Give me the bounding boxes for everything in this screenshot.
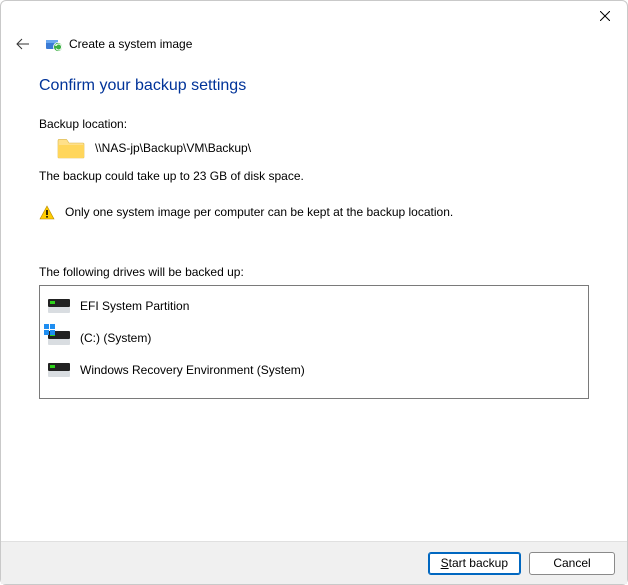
mnemonic-s: S	[441, 556, 449, 570]
drive-name: (C:) (System)	[80, 331, 151, 345]
drive-icon	[48, 362, 70, 378]
drive-row: Windows Recovery Environment (System)	[40, 354, 588, 386]
drive-row: EFI System Partition	[40, 290, 588, 322]
folder-icon	[57, 137, 85, 159]
windows-badge-icon	[44, 324, 56, 336]
content-area: Confirm your backup settings Backup loca…	[1, 77, 627, 541]
cancel-button[interactable]: Cancel	[529, 552, 615, 575]
back-arrow-icon	[15, 36, 31, 52]
wizard-window: Create a system image Confirm your backu…	[0, 0, 628, 585]
backup-location-path: \\NAS-jp\Backup\VM\Backup\	[95, 141, 251, 155]
drive-icon	[48, 298, 70, 314]
backup-size-text: The backup could take up to 23 GB of dis…	[39, 169, 589, 183]
backup-location-row: \\NAS-jp\Backup\VM\Backup\	[57, 137, 589, 159]
wizard-icon	[45, 35, 63, 53]
drives-label: The following drives will be backed up:	[39, 265, 589, 279]
drive-row: (C:) (System)	[40, 322, 588, 354]
header-row: Create a system image	[1, 31, 627, 57]
close-button[interactable]	[583, 1, 627, 31]
drive-name: EFI System Partition	[80, 299, 189, 313]
footer: Start backup Cancel	[1, 541, 627, 584]
drives-list: EFI System Partition (C:) (System)	[39, 285, 589, 399]
warning-icon	[39, 205, 55, 221]
back-button[interactable]	[11, 32, 35, 56]
page-heading: Confirm your backup settings	[39, 77, 589, 95]
warning-row: Only one system image per computer can b…	[39, 205, 589, 221]
drive-name: Windows Recovery Environment (System)	[80, 363, 305, 377]
start-backup-rest: tart backup	[449, 556, 508, 570]
drive-icon	[48, 330, 70, 346]
close-icon	[600, 11, 610, 21]
start-backup-button[interactable]: Start backup	[428, 552, 521, 575]
wizard-title: Create a system image	[69, 37, 192, 51]
backup-location-label: Backup location:	[39, 117, 589, 131]
warning-text: Only one system image per computer can b…	[65, 205, 453, 219]
titlebar	[1, 1, 627, 31]
